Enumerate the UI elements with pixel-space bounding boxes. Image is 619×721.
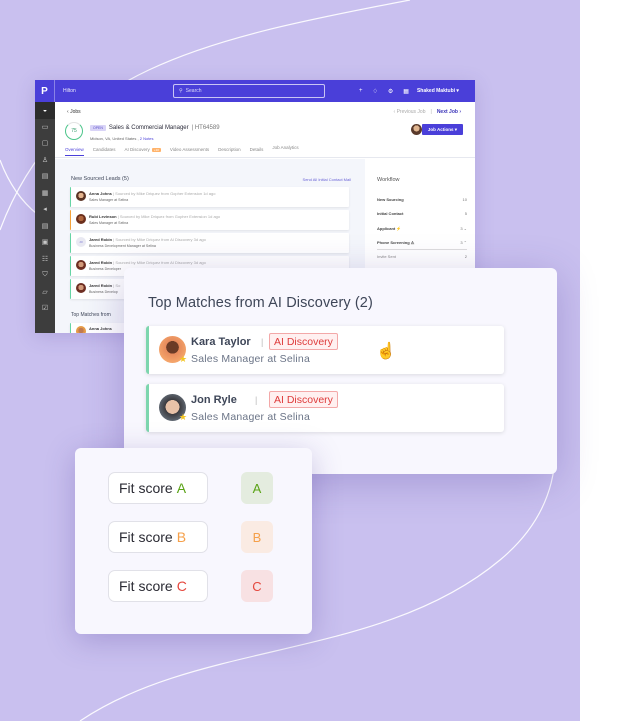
- grade-b-chip: B: [241, 521, 273, 553]
- bell-icon[interactable]: ♢: [373, 88, 378, 95]
- back-to-jobs-link[interactable]: ‹ Jobs: [67, 109, 81, 115]
- search-input[interactable]: ⚲ Search: [173, 84, 325, 98]
- tab-job-analytics[interactable]: Job Analytics: [272, 145, 298, 156]
- job-title: OPEN Sales & Commercial Manager | HT6458…: [90, 125, 220, 131]
- status-badge: OPEN: [90, 125, 106, 131]
- grade-c-chip: C: [241, 570, 273, 602]
- avatar: [76, 283, 86, 293]
- job-title-text: Sales & Commercial Manager: [108, 125, 189, 131]
- dashboard-icon[interactable]: ◒: [35, 102, 55, 119]
- job-id: | HT64589: [191, 125, 220, 131]
- star-icon: ★: [179, 354, 188, 364]
- grid-icon[interactable]: ▦: [403, 88, 409, 95]
- ai-discovery-tag: AI Discovery: [269, 333, 338, 350]
- candidate-name: Kara Taylor: [191, 336, 251, 348]
- workflow-stage[interactable]: Invite Sent 2: [377, 254, 467, 259]
- avatar: [76, 260, 86, 270]
- match-item-jon-ryle[interactable]: ★ Jon Ryle | AI Discovery Sales Manager …: [146, 384, 504, 432]
- checklist-icon[interactable]: ☑: [35, 300, 55, 317]
- logo[interactable]: P: [35, 80, 55, 102]
- notes-link[interactable]: 2 Notes: [140, 136, 154, 141]
- folder-icon[interactable]: ▱: [35, 284, 55, 301]
- workflow-stage[interactable]: Initial Contact 5: [377, 211, 467, 216]
- previous-job-link[interactable]: ‹ Previous Job: [394, 109, 426, 115]
- tab-candidates[interactable]: Candidates: [93, 147, 116, 156]
- user-menu[interactable]: Shaked Maktubi ▾: [417, 88, 459, 94]
- candidate-subtitle: Sales Manager at Selina: [191, 411, 311, 423]
- avatar: [76, 326, 86, 333]
- tab-details[interactable]: Details: [250, 147, 264, 156]
- search-icon: ⚲: [179, 88, 183, 94]
- workflow-stage[interactable]: Phone Screening ⚠ 3 ⌃: [377, 240, 467, 250]
- ai-discovery-tag: AI Discovery: [269, 391, 338, 408]
- avatar: [76, 214, 86, 224]
- tab-ai-discovery[interactable]: AI Discovery +10: [125, 147, 161, 156]
- grade-letter: A: [176, 480, 187, 496]
- tab-video-assessments[interactable]: Video Assessments: [170, 147, 209, 156]
- tab-description[interactable]: Description: [218, 147, 241, 156]
- report-icon[interactable]: ▣: [35, 234, 55, 251]
- job-header: ‹ Jobs ‹ Previous Job | Next Job › 75 OP…: [55, 102, 475, 158]
- top-matches-card: Top Matches from AI Discovery (2) ★ Kara…: [124, 268, 557, 474]
- tab-overview[interactable]: Overview: [65, 147, 84, 156]
- top-navbar: P Hilton ⚲ Search + ♢ ⚙ ▦ Shaked Maktubi…: [35, 80, 475, 102]
- job-score: 75: [65, 122, 83, 140]
- ai-discovery-badge: +10: [151, 148, 161, 152]
- grade-letter: B: [176, 529, 187, 545]
- grade-letter: C: [176, 578, 187, 594]
- lead-item[interactable]: Anna Johns | Sourced by Mike Driquez fro…: [70, 187, 349, 207]
- gear-icon[interactable]: ⚙: [388, 88, 393, 95]
- shield-icon[interactable]: ⛉: [35, 267, 55, 284]
- calendar-icon[interactable]: ▦: [35, 185, 55, 202]
- workflow-title: Workflow: [377, 177, 400, 183]
- lead-item[interactable]: JR Jared Robin | Sourced by Mike Driquez…: [70, 233, 349, 253]
- candidate-subtitle: Sales Manager at Selina: [191, 353, 311, 365]
- lead-item[interactable]: Rubi Levinson | Sourced by Mike Driquez …: [70, 210, 349, 230]
- new-leads-title: New Sourced Leads (5): [71, 176, 129, 182]
- chat-icon[interactable]: ▤: [35, 218, 55, 235]
- hand-cursor-icon: ☝: [376, 343, 396, 360]
- tabs: Overview Candidates AI Discovery +10 Vide…: [65, 145, 299, 156]
- grade-a-chip: A: [241, 472, 273, 504]
- fit-score-a-pill: Fit score A: [108, 472, 208, 504]
- user-name: Shaked Maktubi: [416, 88, 456, 94]
- user-icon[interactable]: ♙: [35, 152, 55, 169]
- fit-score-card: Fit score A A Fit score B B Fit score C C: [75, 448, 312, 634]
- send-all-link[interactable]: Send All Initial Contact Mail: [303, 177, 351, 182]
- fit-score-c-pill: Fit score C: [108, 570, 208, 602]
- next-job-link[interactable]: Next Job ›: [437, 109, 461, 115]
- company-name: Hilton: [63, 88, 76, 94]
- workflow-stage[interactable]: Applicant ⚡ 3 ⌄: [377, 226, 467, 231]
- owner-avatar[interactable]: [411, 124, 422, 135]
- avatar: [76, 191, 86, 201]
- mini-top-matches-title: Top Matches from: [71, 312, 111, 318]
- job-location: Midson, VA, United States , 2 Notes: [90, 136, 154, 141]
- job-actions-button[interactable]: Job Actions ▾: [421, 124, 463, 135]
- match-item-kara-taylor[interactable]: ★ Kara Taylor | AI Discovery Sales Manag…: [146, 326, 504, 374]
- star-icon: ★: [179, 412, 188, 422]
- megaphone-icon[interactable]: ◂: [35, 201, 55, 218]
- search-placeholder: Search: [185, 88, 202, 94]
- team-icon[interactable]: ☷: [35, 251, 55, 268]
- briefcase-icon[interactable]: ▭: [35, 119, 55, 136]
- sidebar: ◒ ▭ ▢ ♙ ▤ ▦ ◂ ▤ ▣ ☷ ⛉ ▱ ☑: [35, 102, 55, 333]
- candidate-name: Jon Ryle: [191, 394, 237, 406]
- plus-icon[interactable]: +: [359, 88, 363, 94]
- avatar: JR: [76, 237, 86, 247]
- monitor-icon[interactable]: ▢: [35, 135, 55, 152]
- fit-score-b-pill: Fit score B: [108, 521, 208, 553]
- workflow-stage[interactable]: New Sourcing 10: [377, 197, 467, 202]
- building-icon[interactable]: ▤: [35, 168, 55, 185]
- top-matches-title: Top Matches from AI Discovery (2): [148, 295, 373, 311]
